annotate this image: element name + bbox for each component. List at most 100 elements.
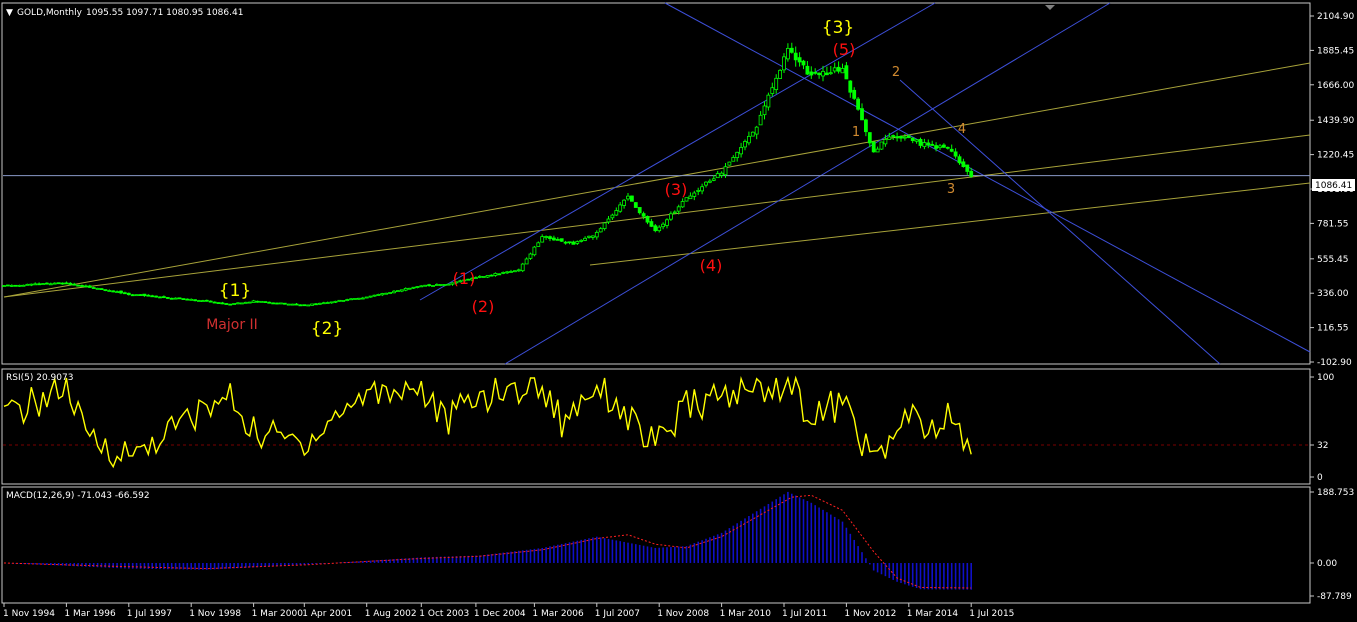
candle-body (969, 170, 974, 177)
candle-body (267, 301, 272, 304)
candle-body (384, 292, 389, 295)
current-price-label: 1086.41 (1315, 181, 1352, 191)
time-tick-label: 1 Nov 1998 (189, 609, 241, 619)
candle-body (864, 119, 868, 133)
candle-body (95, 287, 100, 290)
candle-body (906, 135, 911, 138)
candle-body (224, 303, 229, 305)
candle-body (750, 131, 755, 137)
candle-body (189, 298, 194, 301)
candle-body (836, 66, 841, 72)
candle-body (949, 148, 954, 152)
candle-body (21, 284, 26, 287)
price-tick-label: 1220.45 (1317, 151, 1354, 161)
candle-body (442, 284, 447, 286)
candle-body (169, 297, 174, 300)
candle-body (68, 282, 73, 285)
candle-body (579, 239, 584, 242)
candle-body (867, 132, 872, 144)
candle-body (821, 70, 825, 77)
candle-body (13, 284, 18, 287)
price-tick-label: 1885.45 (1317, 46, 1354, 56)
candle-body (875, 148, 880, 153)
candle-body (860, 108, 864, 121)
candle-body (17, 284, 22, 287)
candle-body (626, 195, 630, 200)
candle-body (282, 302, 287, 305)
candle-body (782, 56, 786, 71)
candle-body (645, 215, 650, 223)
candle-body (259, 300, 264, 303)
candle-body (111, 290, 116, 293)
candle-body (364, 296, 369, 299)
candle-body (154, 295, 159, 298)
candle-body (637, 207, 642, 214)
candle-body (856, 98, 860, 110)
candle-body (380, 293, 385, 296)
candle-body (735, 151, 740, 159)
candle-body (676, 206, 681, 212)
candle-body (758, 114, 763, 126)
time-tick-label: 1 Mar 2000 (252, 609, 304, 619)
wave-major-ii: Major II (206, 317, 258, 333)
collapse-arrow-icon[interactable]: ▼ (6, 8, 13, 18)
candle-body (879, 141, 884, 150)
candle-body (840, 68, 845, 74)
candle-body (528, 253, 533, 259)
candle-body (594, 232, 599, 238)
candle-body (278, 302, 283, 305)
wave-minor-1: 1 (852, 125, 860, 140)
candle-body (204, 299, 209, 302)
time-tick-label: 1 Oct 2003 (419, 609, 469, 619)
candle-body (910, 137, 915, 142)
time-tick-label: 1 Nov 2012 (844, 609, 896, 619)
candle-body (610, 214, 615, 219)
candle-body (571, 241, 576, 245)
candle-body (774, 77, 779, 91)
candle-body (848, 80, 853, 93)
candle-body (828, 72, 833, 75)
candle-body (805, 65, 810, 75)
candle-body (934, 145, 938, 149)
candle-body (64, 282, 69, 285)
candle-body (6, 284, 10, 287)
candle-body (146, 294, 151, 297)
candle-body (715, 173, 720, 179)
candle-body (216, 302, 221, 304)
candle-body (407, 287, 412, 290)
candle-body (817, 72, 821, 76)
candle-body (395, 290, 400, 293)
wave-major-1: {1} (219, 281, 251, 301)
candle-body (142, 293, 147, 297)
candle-body (696, 189, 701, 192)
candle-body (411, 286, 416, 289)
price-tick-label: 555.45 (1317, 255, 1349, 265)
candle-body (922, 142, 927, 148)
candle-body (115, 291, 119, 294)
candle-body (786, 48, 790, 60)
candle-body (165, 297, 170, 299)
candle-body (762, 105, 767, 116)
macd-tick-label: -87.789 (1317, 592, 1352, 602)
candle-body (489, 274, 494, 277)
candle-body (317, 302, 322, 305)
candle-body (41, 283, 45, 285)
candle-body (532, 246, 537, 256)
candle-body (719, 172, 724, 176)
candle-body (360, 297, 365, 300)
candle-body (228, 303, 233, 306)
rsi-tick-label: 100 (1317, 373, 1334, 383)
candle-body (887, 136, 892, 140)
candle-body (797, 57, 802, 63)
candle-body (653, 225, 658, 232)
candle-body (119, 290, 123, 294)
candle-body (591, 235, 595, 238)
candle-body (271, 302, 276, 305)
time-tick-label: 1 Apr 2001 (302, 609, 352, 619)
candle-body (614, 210, 619, 216)
wave-intermediate-2: (2) (472, 297, 495, 316)
candle-body (630, 195, 634, 202)
candle-body (434, 284, 439, 286)
candle-body (669, 213, 673, 220)
candle-body (60, 282, 65, 285)
